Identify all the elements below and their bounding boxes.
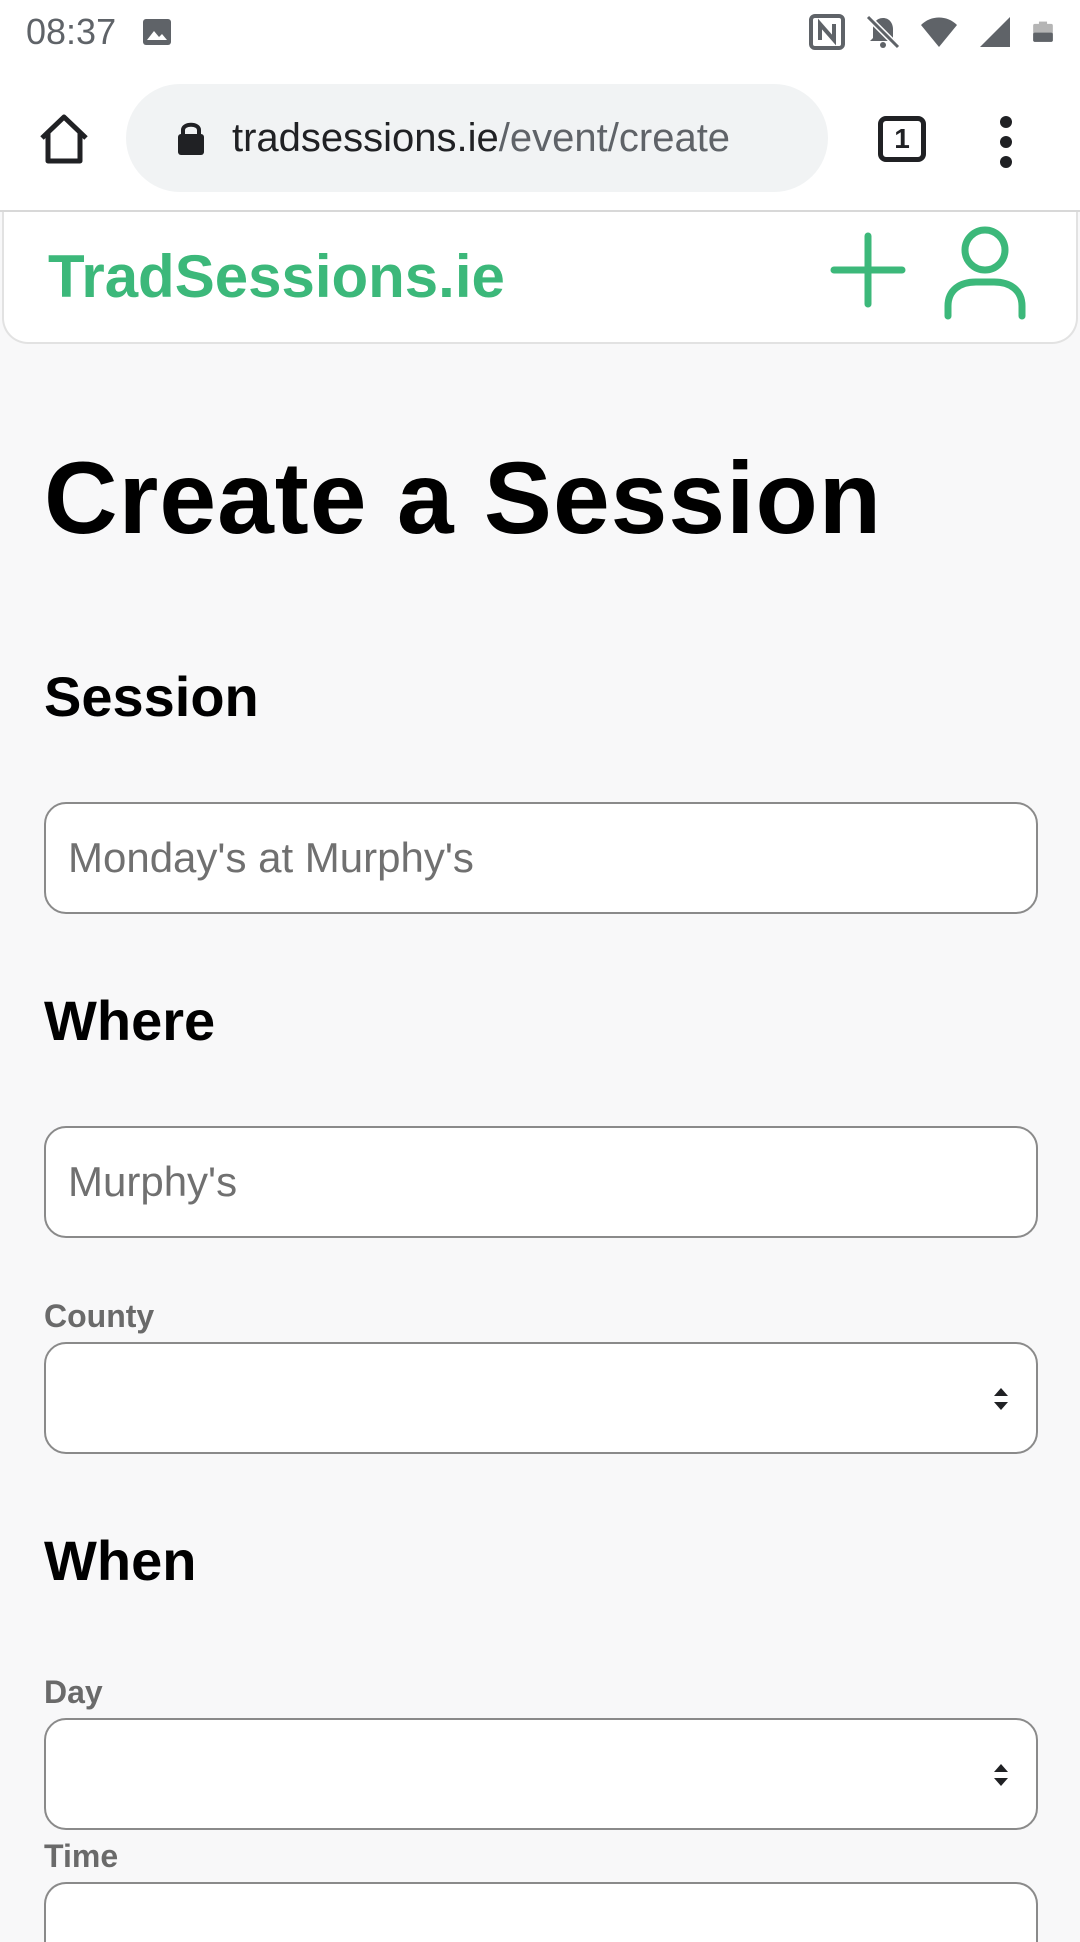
site-logo[interactable]: TradSessions.ie bbox=[48, 242, 505, 311]
time-select[interactable] bbox=[44, 1882, 1038, 1942]
wifi-icon bbox=[921, 17, 957, 47]
signal-icon bbox=[980, 17, 1010, 47]
image-icon bbox=[143, 19, 172, 45]
time-label: Time bbox=[44, 1838, 119, 1874]
status-bar: 08:37 bbox=[0, 0, 1080, 64]
county-select[interactable] bbox=[44, 1342, 1038, 1454]
url-path: /event/create bbox=[498, 115, 731, 160]
home-icon[interactable] bbox=[36, 112, 92, 166]
user-icon[interactable] bbox=[942, 224, 1028, 320]
more-menu-icon[interactable] bbox=[996, 112, 1016, 172]
lock-icon bbox=[178, 122, 204, 155]
browser-toolbar: tradsessions.ie/event/create 1 bbox=[0, 64, 1080, 212]
tab-count: 1 bbox=[894, 123, 910, 154]
nfc-icon bbox=[809, 14, 845, 50]
day-label: Day bbox=[44, 1674, 103, 1710]
bell-off-icon bbox=[865, 14, 901, 50]
tab-switcher-button[interactable]: 1 bbox=[878, 116, 926, 162]
session-name-input[interactable] bbox=[44, 802, 1038, 914]
select-caret-icon bbox=[994, 1764, 1008, 1786]
add-icon[interactable] bbox=[830, 232, 906, 308]
select-caret-icon bbox=[994, 1388, 1008, 1410]
battery-icon bbox=[1033, 21, 1053, 42]
venue-input[interactable] bbox=[44, 1126, 1038, 1238]
status-time: 08:37 bbox=[26, 11, 117, 52]
site-header: TradSessions.ie bbox=[2, 212, 1078, 344]
day-select[interactable] bbox=[44, 1718, 1038, 1830]
session-heading: Session bbox=[44, 665, 259, 728]
when-heading: When bbox=[44, 1529, 197, 1592]
county-label: County bbox=[44, 1298, 155, 1334]
url-domain: tradsessions.ie bbox=[232, 115, 499, 160]
page-title: Create a Session bbox=[44, 441, 883, 555]
address-bar[interactable]: tradsessions.ie/event/create bbox=[126, 84, 828, 192]
where-heading: Where bbox=[44, 989, 216, 1052]
